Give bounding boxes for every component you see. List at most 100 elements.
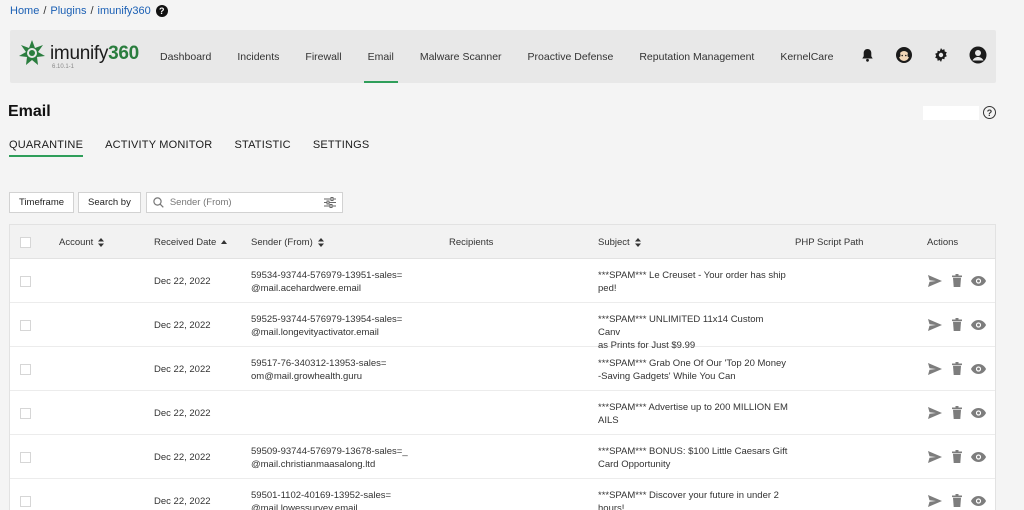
- column-label: Subject: [598, 236, 630, 248]
- column-recipients: Recipients: [449, 225, 493, 259]
- sort-icon: [634, 237, 641, 247]
- nav-reputation-management[interactable]: Reputation Management: [626, 30, 767, 83]
- subject-text: ***SPAM*** Discover your future in under…: [598, 490, 779, 510]
- column-subject[interactable]: Subject: [598, 225, 641, 259]
- table-row[interactable]: Dec 22, 2022 59501-1102-40169-13952-sale…: [10, 479, 995, 510]
- brand-prefix: imunify: [50, 42, 109, 64]
- received-date: Dec 22, 2022: [154, 364, 211, 375]
- column-sender[interactable]: Sender (From): [251, 225, 324, 259]
- brand-version: 6.10.1-1: [52, 64, 75, 70]
- send-icon[interactable]: [927, 273, 942, 288]
- top-navbar: imunify360 6.10.1-1 Dashboard Incidents …: [10, 30, 996, 83]
- brand-suffix: 360: [108, 42, 139, 64]
- trash-icon[interactable]: [949, 317, 964, 332]
- nav-email[interactable]: Email: [355, 30, 407, 83]
- received-date: Dec 22, 2022: [154, 496, 211, 507]
- column-actions: Actions: [927, 225, 958, 259]
- tab-statistic[interactable]: STATISTIC: [234, 139, 290, 155]
- filter-sliders-icon[interactable]: [323, 197, 336, 208]
- trash-icon[interactable]: [949, 273, 964, 288]
- trash-icon[interactable]: [949, 405, 964, 420]
- eye-icon[interactable]: [971, 317, 986, 332]
- sort-asc-icon: [221, 239, 228, 245]
- send-icon[interactable]: [927, 361, 942, 376]
- select-all-checkbox[interactable]: [20, 237, 31, 248]
- tab-activity-monitor[interactable]: ACTIVITY MONITOR: [105, 139, 212, 155]
- send-icon[interactable]: [927, 317, 942, 332]
- received-date: Dec 22, 2022: [154, 276, 211, 287]
- nav-icons: [857, 45, 988, 65]
- breadcrumb-separator: /: [90, 5, 94, 17]
- received-date: Dec 22, 2022: [154, 452, 211, 463]
- nav-menu: Dashboard Incidents Firewall Email Malwa…: [147, 30, 846, 83]
- row-checkbox[interactable]: [20, 276, 31, 287]
- eye-icon[interactable]: [971, 405, 986, 420]
- sort-icon: [317, 237, 324, 247]
- sender-address: 59501-1102-40169-13952-sales= @mail.lowes…: [251, 490, 392, 510]
- row-actions: [927, 361, 986, 376]
- eye-icon[interactable]: [971, 361, 986, 376]
- column-account[interactable]: Account: [59, 225, 105, 259]
- support-agent-icon[interactable]: [894, 45, 914, 65]
- bell-icon[interactable]: [857, 45, 877, 65]
- row-actions: [927, 317, 986, 332]
- column-label: PHP Script Path: [795, 236, 864, 248]
- row-checkbox[interactable]: [20, 408, 31, 419]
- send-icon[interactable]: [927, 405, 942, 420]
- nav-kernelcare[interactable]: KernelCare: [767, 30, 846, 83]
- column-label: Sender (From): [251, 236, 313, 248]
- eye-icon[interactable]: [971, 493, 986, 508]
- help-icon[interactable]: ?: [155, 5, 168, 17]
- trash-icon[interactable]: [949, 361, 964, 376]
- nav-malware-scanner[interactable]: Malware Scanner: [407, 30, 515, 83]
- received-date: Dec 22, 2022: [154, 320, 211, 331]
- trash-icon[interactable]: [949, 493, 964, 508]
- breadcrumb-plugins[interactable]: Plugins: [50, 5, 86, 17]
- timeframe-button[interactable]: Timeframe: [9, 192, 75, 213]
- send-icon[interactable]: [927, 493, 942, 508]
- tab-quarantine[interactable]: QUARANTINE: [9, 139, 84, 157]
- quarantine-table: Account Received Date Sender (From) Reci…: [9, 224, 996, 510]
- search-input[interactable]: [169, 197, 324, 208]
- trash-icon[interactable]: [949, 449, 964, 464]
- nav-dashboard[interactable]: Dashboard: [147, 30, 224, 83]
- search-icon: [153, 197, 164, 208]
- table-row[interactable]: Dec 22, 2022 59509-93744-576979-13678-sa…: [10, 435, 995, 479]
- filter-bar: Timeframe Search by: [9, 192, 343, 213]
- table-header: Account Received Date Sender (From) Reci…: [10, 225, 995, 259]
- row-checkbox[interactable]: [20, 452, 31, 463]
- row-checkbox[interactable]: [20, 320, 31, 331]
- row-checkbox[interactable]: [20, 496, 31, 507]
- received-date: Dec 22, 2022: [154, 408, 211, 419]
- sender-address: 59509-93744-576979-13678-sales=_ @mail.ch…: [251, 446, 408, 470]
- sender-address: 59517-76-340312-13953-sales= om@mail.grow…: [251, 358, 387, 382]
- nav-incidents[interactable]: Incidents: [224, 30, 292, 83]
- sort-icon: [98, 237, 105, 247]
- tab-settings[interactable]: SETTINGS: [313, 139, 370, 155]
- table-row[interactable]: Dec 22, 2022 ***SPAM*** Advertise up to …: [10, 391, 995, 435]
- column-received-date[interactable]: Received Date: [154, 225, 228, 259]
- table-row[interactable]: Dec 22, 2022 59534-93744-576979-13951-sa…: [10, 259, 995, 303]
- search-by-button[interactable]: Search by: [78, 192, 141, 213]
- row-checkbox[interactable]: [20, 364, 31, 375]
- breadcrumb-home[interactable]: Home: [10, 5, 39, 17]
- page-title: Email: [8, 103, 51, 120]
- imunify-logo-icon: [19, 40, 45, 65]
- search-box: [145, 192, 343, 213]
- breadcrumb-imunify360[interactable]: imunify360: [98, 5, 151, 17]
- brand-logo[interactable]: imunify360 6.10.1-1: [18, 39, 139, 70]
- subject-text: ***SPAM*** Grab One Of Our 'Top 20 Money…: [598, 358, 787, 382]
- help-icon[interactable]: ?: [983, 106, 996, 119]
- table-row[interactable]: Dec 22, 2022 59517-76-340312-13953-sales…: [10, 347, 995, 391]
- eye-icon[interactable]: [971, 449, 986, 464]
- column-php-script-path: PHP Script Path: [795, 225, 863, 259]
- subject-text: ***SPAM*** Le Creuset - Your order has s…: [598, 270, 786, 294]
- gear-icon[interactable]: [931, 45, 951, 65]
- eye-icon[interactable]: [971, 273, 986, 288]
- table-row[interactable]: Dec 22, 2022 59525-93744-576979-13954-sa…: [10, 303, 995, 351]
- row-actions: [927, 273, 986, 288]
- user-icon[interactable]: [968, 45, 988, 65]
- nav-proactive-defense[interactable]: Proactive Defense: [515, 30, 627, 83]
- send-icon[interactable]: [927, 449, 942, 464]
- nav-firewall[interactable]: Firewall: [292, 30, 354, 83]
